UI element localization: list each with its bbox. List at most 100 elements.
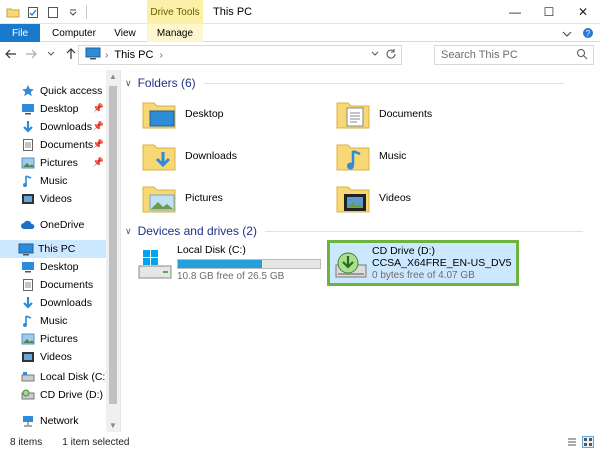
network-icon — [20, 414, 36, 428]
folder-tile-music[interactable]: Music — [333, 136, 406, 176]
music-note-icon — [20, 314, 36, 328]
tab-computer[interactable]: Computer — [45, 24, 103, 42]
drive-name: Local Disk (C:) — [177, 244, 246, 256]
nav-item-documents[interactable]: Documents — [20, 276, 120, 294]
quick-access-toolbar — [6, 5, 87, 19]
nav-item-label: Downloads — [40, 121, 92, 133]
nav-item-music[interactable]: Music — [20, 312, 120, 330]
properties-icon[interactable] — [26, 5, 40, 19]
nav-item-quick-access[interactable]: Quick access — [20, 82, 120, 100]
computer-icon — [18, 242, 34, 256]
desktop-folder-icon — [139, 94, 179, 134]
folder-label: Documents — [379, 108, 433, 120]
nav-item-desktop[interactable]: Desktop 📌 — [20, 100, 106, 118]
collapse-chevron-icon[interactable]: ∨ — [125, 78, 132, 89]
nav-item-local-disk[interactable]: Local Disk (C:) — [20, 368, 120, 386]
nav-item-documents[interactable]: Documents 📌 — [20, 136, 106, 154]
collapse-chevron-icon[interactable]: ∨ — [125, 226, 132, 237]
search-input[interactable]: Search This PC — [434, 45, 594, 65]
pin-icon: 📌 — [92, 157, 104, 167]
folders-group-header[interactable]: ∨ Folders (6) — [125, 76, 595, 90]
tab-manage[interactable]: Manage — [147, 24, 203, 42]
search-icon[interactable] — [576, 48, 588, 63]
music-note-icon — [20, 174, 36, 188]
up-arrow-icon[interactable] — [64, 47, 78, 61]
breadcrumb-separator[interactable]: › — [105, 50, 108, 61]
folders-heading: Folders (6) — [137, 76, 196, 90]
window-title: This PC — [213, 6, 253, 18]
nav-item-pictures[interactable]: Pictures 📌 — [20, 154, 106, 172]
minimize-button[interactable]: — — [498, 0, 532, 24]
desktop-icon — [20, 260, 36, 274]
tab-file[interactable]: File — [0, 24, 40, 42]
scrollbar-thumb[interactable] — [109, 86, 117, 404]
forward-arrow-icon[interactable] — [24, 47, 38, 61]
drive-tile-cd-drive[interactable]: CD Drive (D:) CCSA_X64FRE_EN-US_DV5 0 by… — [327, 240, 519, 286]
nav-item-pictures[interactable]: Pictures — [20, 330, 120, 348]
address-dropdown-icon[interactable] — [371, 49, 379, 60]
nav-item-label: Pictures — [40, 333, 78, 345]
folder-tile-videos[interactable]: Videos — [333, 178, 411, 218]
nav-item-desktop[interactable]: Desktop — [20, 258, 120, 276]
nav-item-music[interactable]: Music — [20, 172, 120, 190]
nav-item-cd-drive[interactable]: CD Drive (D:) CC — [20, 386, 120, 404]
computer-icon — [85, 47, 101, 63]
cd-drive-icon — [20, 388, 36, 402]
breadcrumb-separator[interactable]: › — [159, 50, 162, 61]
drive-free-space: 10.8 GB free of 26.5 GB — [177, 271, 285, 282]
details-view-icon[interactable] — [566, 436, 578, 448]
help-icon[interactable]: ? — [582, 27, 594, 42]
nav-item-this-pc[interactable]: This PC — [0, 240, 106, 258]
address-bar[interactable]: › This PC › — [78, 45, 402, 65]
folder-tile-documents[interactable]: Documents — [333, 94, 432, 134]
devices-heading: Devices and drives (2) — [137, 224, 257, 238]
folder-icon[interactable] — [6, 5, 20, 19]
refresh-icon[interactable] — [385, 48, 397, 63]
nav-item-network[interactable]: Network — [20, 412, 120, 430]
new-folder-icon[interactable] — [46, 5, 60, 19]
navigation-scrollbar[interactable]: ▲ ▼ — [106, 70, 120, 432]
back-arrow-icon[interactable] — [4, 47, 18, 61]
recent-locations-icon[interactable] — [44, 47, 58, 61]
pin-icon: 📌 — [92, 121, 104, 131]
nav-item-label: Pictures — [40, 157, 78, 169]
download-arrow-icon — [20, 120, 36, 134]
svg-text:?: ? — [586, 29, 591, 38]
nav-item-label: This PC — [38, 243, 76, 255]
group-divider — [264, 230, 583, 232]
windows-drive-icon — [137, 246, 173, 282]
nav-item-videos[interactable]: Videos — [20, 190, 120, 208]
nav-item-label: OneDrive — [40, 219, 85, 231]
address-row: › This PC › Search This PC — [0, 42, 600, 68]
close-button[interactable]: ✕ — [566, 0, 600, 24]
title-bar: Drive Tools This PC — ☐ ✕ — [0, 0, 600, 24]
expand-ribbon-icon[interactable] — [562, 29, 572, 41]
drive-tile-local-disk[interactable]: Local Disk (C:) 10.8 GB free of 26.5 GB — [133, 244, 323, 284]
nav-item-label: Desktop — [40, 261, 79, 273]
devices-group-header[interactable]: ∨ Devices and drives (2) — [125, 224, 595, 238]
breadcrumb-this-pc[interactable]: This PC — [114, 49, 153, 61]
nav-item-videos[interactable]: Videos — [20, 348, 120, 366]
folder-tile-desktop[interactable]: Desktop — [139, 94, 224, 134]
maximize-button[interactable]: ☐ — [532, 0, 566, 24]
folder-tile-downloads[interactable]: Downloads — [139, 136, 237, 176]
customize-toolbar-icon[interactable] — [66, 5, 80, 19]
content-area: ∨ Folders (6) Desktop Documents Download… — [121, 70, 600, 432]
scroll-up-icon[interactable]: ▲ — [109, 72, 117, 81]
nav-item-label: Desktop — [40, 103, 79, 115]
downloads-folder-icon — [139, 136, 179, 176]
nav-item-downloads[interactable]: Downloads — [20, 294, 120, 312]
nav-item-label: Documents — [40, 279, 94, 291]
tab-view[interactable]: View — [105, 24, 145, 42]
navigation-pane: Quick access Desktop 📌 Downloads 📌 Docum… — [0, 70, 120, 432]
folder-tile-pictures[interactable]: Pictures — [139, 178, 223, 218]
documents-icon — [20, 138, 36, 152]
documents-folder-icon — [333, 94, 373, 134]
nav-item-downloads[interactable]: Downloads 📌 — [20, 118, 106, 136]
nav-item-label: Videos — [40, 193, 72, 205]
pin-icon: 📌 — [92, 103, 104, 113]
tiles-view-icon[interactable] — [582, 436, 594, 448]
pictures-icon — [20, 156, 36, 170]
nav-item-onedrive[interactable]: OneDrive — [20, 216, 120, 234]
scroll-down-icon[interactable]: ▼ — [109, 421, 117, 430]
